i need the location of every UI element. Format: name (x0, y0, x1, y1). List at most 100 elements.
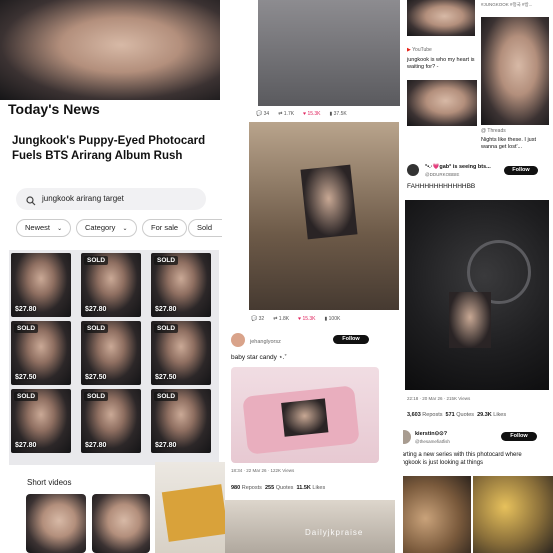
short-videos-section: Short videos (0, 466, 155, 553)
avatar[interactable] (403, 430, 411, 444)
photocard-in-car (449, 292, 491, 348)
reply-icon[interactable]: 💬 34 (256, 111, 269, 117)
right-column: #JUNGKOOK #정국 #방... ▶ YouTube jungkook i… (403, 0, 553, 553)
short-video-thumb[interactable] (26, 494, 86, 553)
news-section: Today's News Jungkook's Puppy-Eyed Photo… (0, 100, 222, 180)
post-handle[interactable]: jehanglyorsz (250, 339, 281, 345)
chevron-down-icon: ⌄ (57, 226, 63, 232)
right-top-photo-b[interactable] (481, 17, 549, 125)
food-photo[interactable] (403, 476, 471, 553)
listing-price: $27.50 (85, 374, 107, 381)
youtube-icon: ▶ (407, 47, 411, 53)
listing-price: $27.50 (15, 374, 37, 381)
listing-card[interactable]: SOLD $27.80 (11, 389, 71, 453)
short-video-thumb[interactable] (92, 494, 150, 553)
youtube-caption[interactable]: jungkook is who my heart is waiting for?… (407, 57, 477, 71)
sold-badge: SOLD (84, 256, 109, 265)
filter-category[interactable]: Category ⌄ (76, 219, 137, 237)
sold-badge: SOLD (84, 392, 109, 401)
listing-card[interactable]: SOLD $27.50 (151, 321, 211, 385)
listing-price: $27.80 (15, 306, 37, 313)
youtube-source: ▶ YouTube (407, 47, 432, 53)
sold-badge: SOLD (154, 256, 179, 265)
follow-button[interactable]: Follow (501, 432, 537, 441)
reply-icon[interactable]: 💬 32 (251, 316, 264, 322)
rabbit-post-actions: 💬 32 ⇄ 1.8K ♥ 15.3K ▮ 100K (251, 316, 340, 322)
tweet-handle: @DDURKOBBIE (425, 172, 460, 177)
views-icon[interactable]: ▮ 37.5K (330, 111, 347, 117)
listing-price: $27.80 (85, 306, 107, 313)
k-text: starting a new series with this photocar… (403, 452, 522, 466)
follow-button[interactable]: Follow (504, 166, 538, 175)
listing-grid: $27.80 SOLD $27.80 SOLD $27.80 SOLD $27.50 SOLD… (9, 250, 219, 465)
follow-button[interactable]: Follow (333, 335, 369, 344)
listing-price: $27.80 (15, 442, 37, 449)
threads-caption[interactable]: Nights like these. I just wanna get lost… (481, 137, 551, 151)
car-steering-photo[interactable] (405, 200, 549, 390)
marketplace-search-panel: jungkook arirang target Newest ⌄ Categor… (0, 180, 222, 465)
repost-icon[interactable]: ⇄ 1.7K (278, 111, 294, 117)
desk-photo[interactable] (258, 0, 400, 106)
envelope-graphic (161, 484, 225, 542)
search-input[interactable]: jungkook arirang target (16, 188, 206, 210)
sold-badge: SOLD (154, 324, 179, 333)
tweet-text: FAHHHHHHHHHHHBB (407, 183, 476, 190)
news-headline[interactable]: Jungkook's Puppy-Eyed Photocard Fuels BT… (12, 134, 222, 164)
sold-badge: SOLD (14, 324, 39, 333)
listing-card[interactable]: $27.80 (11, 253, 71, 317)
k-handle: @thesamefiatfish (415, 439, 450, 444)
hashtag-line: #JUNGKOOK #정국 #방... (481, 2, 533, 7)
desk-post: 💬 34 ⇄ 1.7K ♥ 15.3K ▮ 37.5K (222, 0, 402, 122)
listing-card[interactable]: SOLD $27.80 (81, 389, 141, 453)
sold-badge: SOLD (84, 324, 109, 333)
tweet-meta: 22:18 · 20 Mar 26 · 215K Views (407, 396, 471, 401)
filter-for-sale[interactable]: For sale (142, 219, 188, 237)
tweet-name[interactable]: °•.·💗gab° is seeing bts... (425, 164, 491, 170)
listing-price: $27.80 (155, 442, 177, 449)
photocard-in-photo (300, 164, 358, 240)
avatar[interactable] (407, 164, 419, 176)
k-name[interactable]: kierstin⊙⊙? (415, 431, 447, 437)
pink-phone-post: jehanglyorsz Follow baby star candy ⋆.˚ … (225, 327, 395, 500)
post-caption: baby star candy ⋆.˚ (231, 354, 287, 361)
listing-price: $27.80 (155, 306, 177, 313)
filter-sold[interactable]: Sold (188, 219, 222, 237)
views-icon[interactable]: ▮ 100K (325, 316, 341, 322)
desk-post-actions: 💬 34 ⇄ 1.7K ♥ 15.3K ▮ 37.5K (256, 111, 347, 117)
rabbit-toys-photo[interactable] (249, 122, 399, 310)
threads-icon: @ (481, 128, 487, 134)
tweet-stats: 3,603 Reposts 571 Quotes 29.3K Likes (407, 412, 507, 418)
listing-price: $27.80 (85, 442, 107, 449)
listing-card[interactable]: SOLD $27.50 (81, 321, 141, 385)
short-videos-label: Short videos (27, 478, 72, 487)
pink-phone-photo[interactable] (231, 367, 379, 463)
post-meta: 18:34 · 22 Mar 26 · 122K Views (231, 468, 295, 473)
avatar[interactable] (231, 333, 245, 347)
right-top-photo-a[interactable] (407, 0, 475, 36)
like-icon[interactable]: ♥ 15.3K (298, 316, 315, 322)
threads-source: @ Threads (481, 128, 506, 134)
repost-icon[interactable]: ⇄ 1.8K (273, 316, 289, 322)
sold-badge: SOLD (14, 392, 39, 401)
search-icon (26, 193, 36, 211)
listing-price: $27.50 (155, 374, 177, 381)
pink-phone-graphic (242, 385, 360, 455)
like-icon[interactable]: ♥ 15.3K (303, 111, 320, 117)
photocard-envelope-photo (155, 462, 225, 553)
listing-card[interactable]: SOLD $27.80 (81, 253, 141, 317)
drink-photo[interactable] (473, 476, 553, 553)
news-heading: Today's News (8, 101, 100, 117)
chevron-down-icon: ⌄ (122, 226, 128, 232)
listing-card[interactable]: SOLD $27.80 (151, 253, 211, 317)
rabbit-post: 💬 32 ⇄ 1.8K ♥ 15.3K ▮ 100K (245, 122, 403, 327)
bottom-center-photo: Dailyjkpraise (225, 500, 395, 553)
threads-photo[interactable] (407, 80, 477, 126)
post-stats: 980 Reposts 255 Quotes 11.5K Likes (231, 485, 326, 491)
sold-badge: SOLD (154, 392, 179, 401)
top-left-closeup-photo (0, 0, 220, 100)
search-query: jungkook arirang target (42, 194, 124, 203)
listing-card[interactable]: SOLD $27.50 (11, 321, 71, 385)
filter-newest[interactable]: Newest ⌄ (16, 219, 72, 237)
listing-card[interactable]: SOLD $27.80 (151, 389, 211, 453)
watermark: Dailyjkpraise (305, 528, 364, 537)
